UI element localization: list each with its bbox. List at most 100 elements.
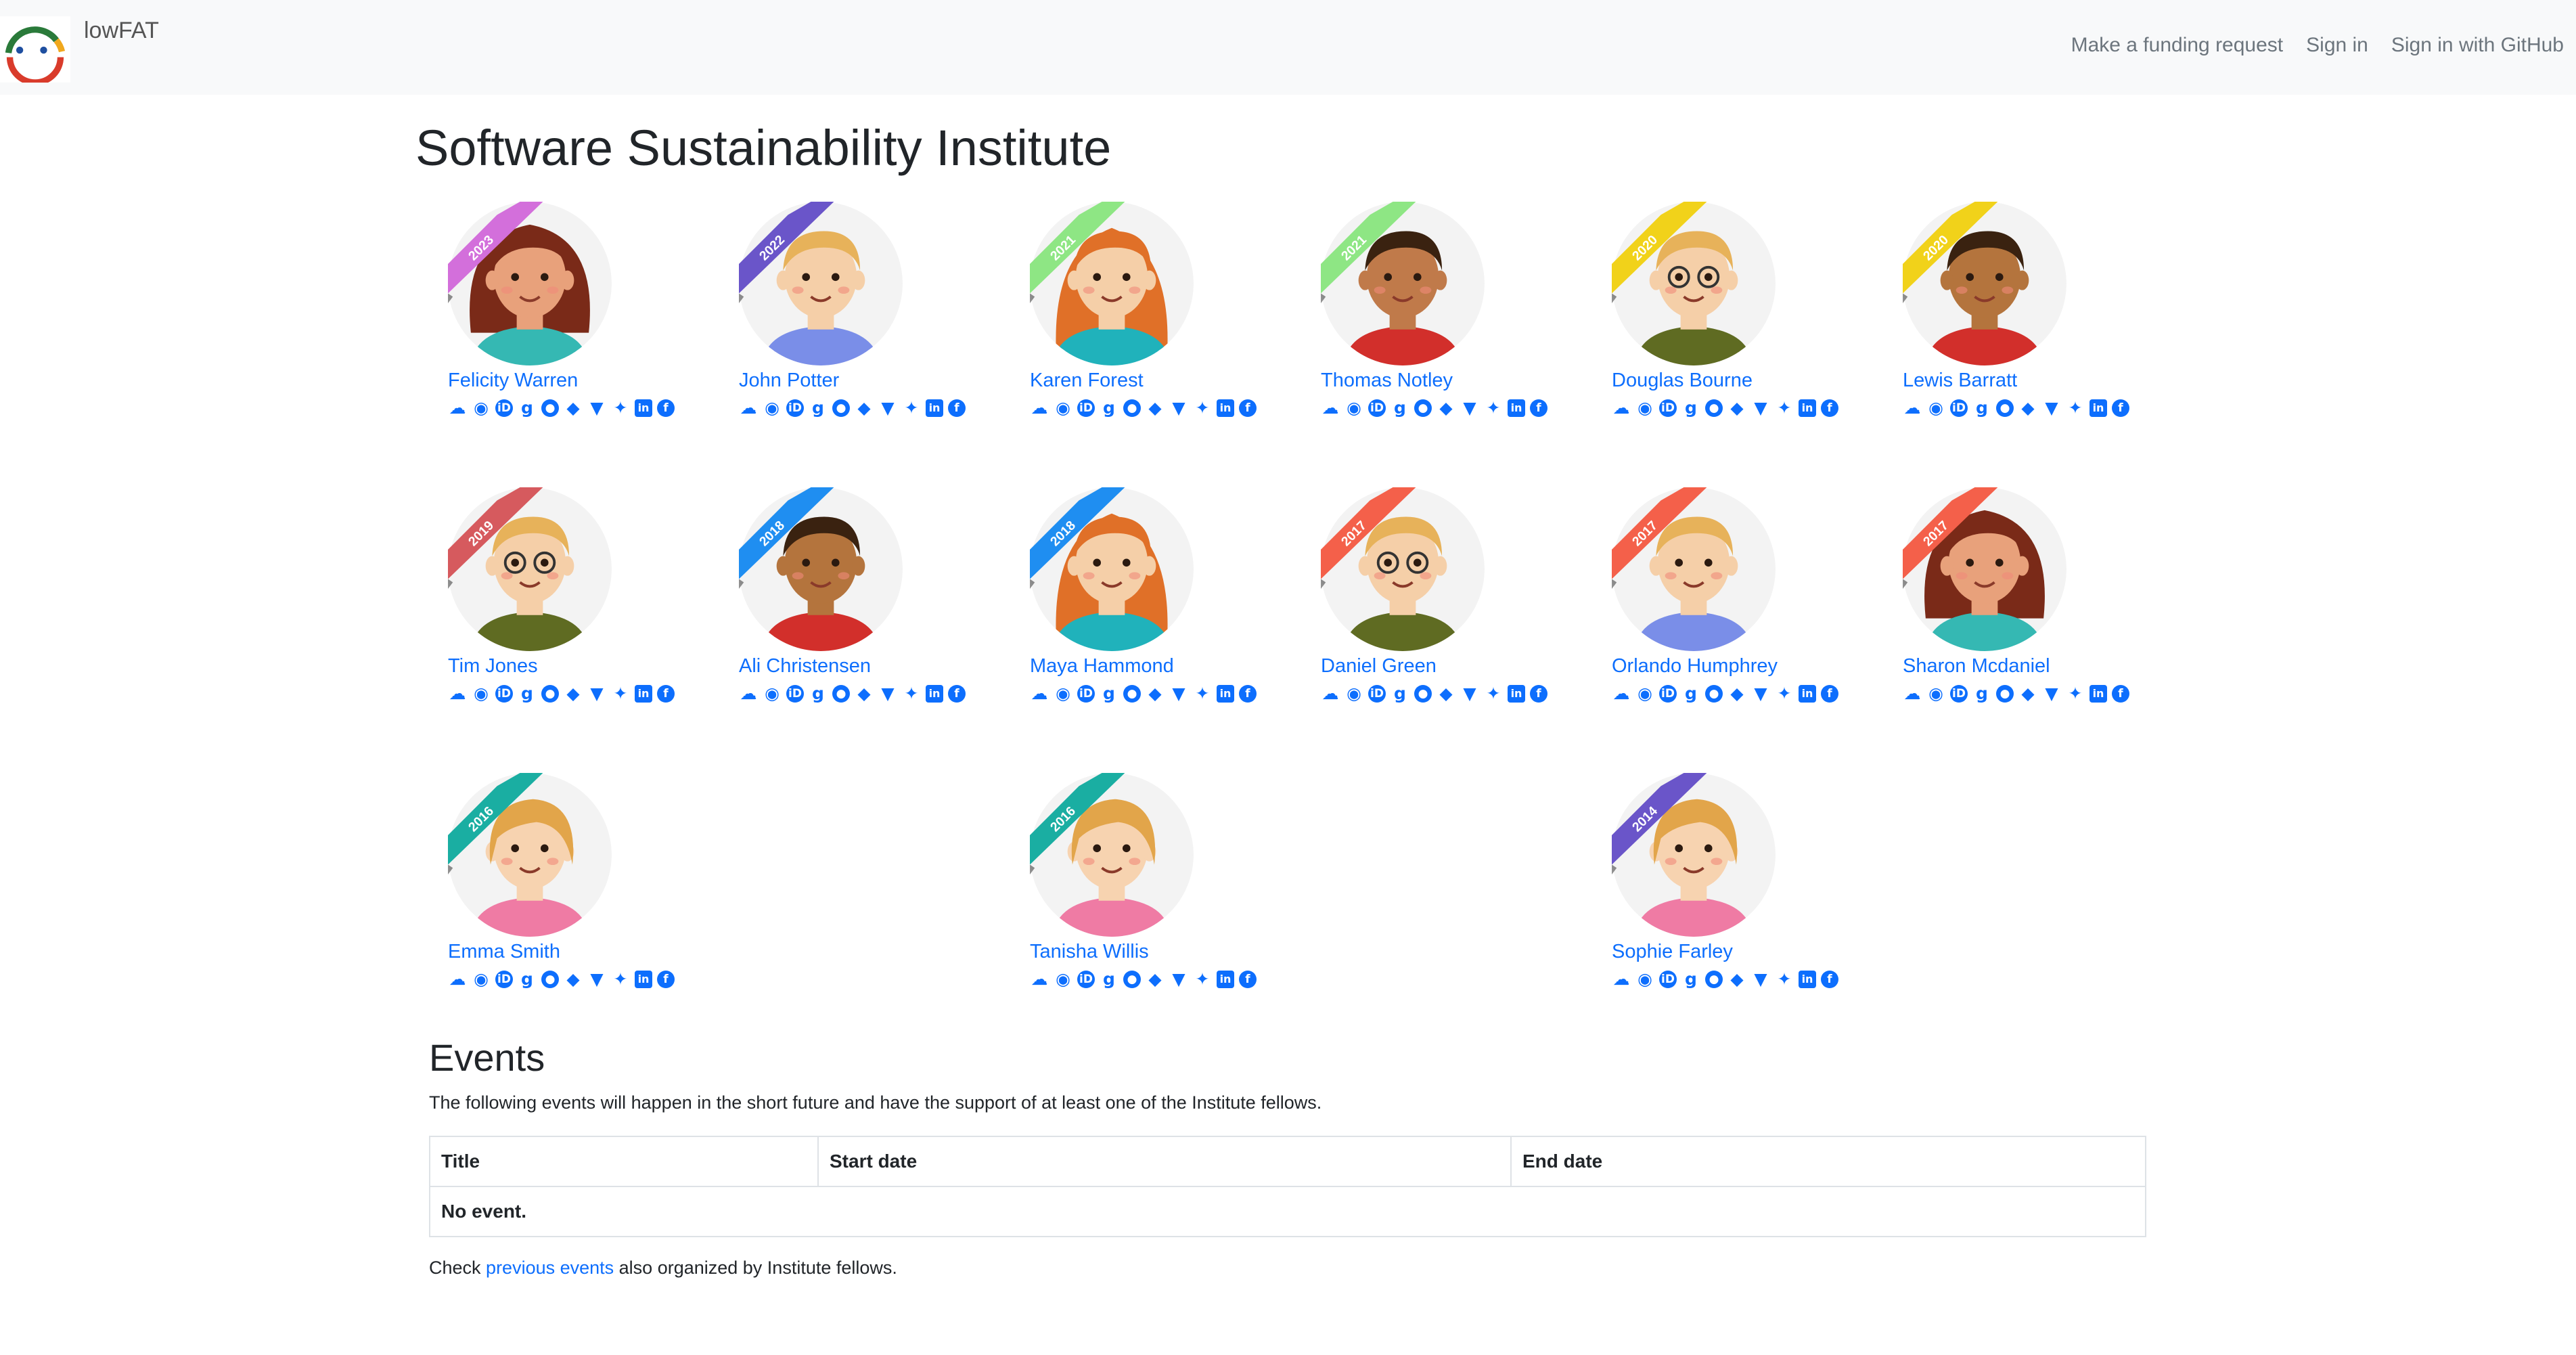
twitter-icon[interactable]: ✦ (1775, 398, 1794, 418)
google-scholar-icon[interactable]: g (1391, 398, 1409, 418)
google-scholar-icon[interactable]: g (1681, 969, 1700, 990)
facebook-icon[interactable]: f (1821, 971, 1838, 988)
orcid-icon[interactable]: iD (1077, 399, 1095, 417)
github-icon[interactable]: ● (1996, 399, 2014, 417)
google-scholar-icon[interactable]: g (1100, 969, 1118, 990)
gitlab-icon[interactable]: ◆ (564, 684, 583, 704)
cloud-icon[interactable]: ☁ (1030, 398, 1049, 418)
twitter-icon[interactable]: ✦ (1484, 684, 1503, 704)
facebook-icon[interactable]: f (1239, 971, 1257, 988)
github-icon[interactable]: ● (1414, 685, 1432, 703)
twitter-icon[interactable]: ✦ (1775, 969, 1794, 990)
cloud-icon[interactable]: ☁ (1321, 398, 1340, 418)
cloud-icon[interactable]: ☁ (1903, 398, 1922, 418)
twitter-icon[interactable]: ✦ (902, 398, 921, 418)
facebook-icon[interactable]: f (1239, 685, 1257, 703)
twitter-icon[interactable]: ✦ (611, 969, 630, 990)
fellow-name-link[interactable]: Maya Hammond (1030, 655, 1174, 678)
gitlab-icon[interactable]: ◆ (855, 398, 874, 418)
google-scholar-icon[interactable]: g (1972, 684, 1991, 704)
orcid-icon[interactable]: iD (1368, 685, 1386, 703)
google-scholar-icon[interactable]: g (1681, 398, 1700, 418)
google-scholar-icon[interactable]: g (1100, 684, 1118, 704)
github-icon[interactable]: ● (1705, 971, 1723, 988)
fellow-avatar[interactable]: 2020 (1612, 202, 1776, 365)
github-icon[interactable]: ● (1123, 971, 1141, 988)
cloud-icon[interactable]: ☁ (448, 684, 467, 704)
gitlab-icon[interactable]: ◆ (1146, 684, 1165, 704)
linkedin-icon[interactable]: in (926, 399, 943, 417)
rss-icon[interactable]: ◉ (1635, 969, 1654, 990)
bitbucket-icon[interactable]: ▼ (587, 684, 606, 704)
linkedin-icon[interactable]: in (635, 399, 652, 417)
orcid-icon[interactable]: iD (495, 971, 513, 988)
google-scholar-icon[interactable]: g (809, 398, 828, 418)
google-scholar-icon[interactable]: g (518, 398, 537, 418)
fellow-avatar[interactable]: 2021 (1321, 202, 1485, 365)
twitter-icon[interactable]: ✦ (1484, 398, 1503, 418)
cloud-icon[interactable]: ☁ (739, 684, 758, 704)
twitter-icon[interactable]: ✦ (2066, 684, 2085, 704)
orcid-icon[interactable]: iD (495, 685, 513, 703)
gitlab-icon[interactable]: ◆ (1437, 684, 1455, 704)
bitbucket-icon[interactable]: ▼ (1751, 398, 1770, 418)
fellow-avatar[interactable]: 2019 (448, 487, 612, 651)
fellow-avatar[interactable]: 2018 (1030, 487, 1194, 651)
facebook-icon[interactable]: f (1821, 685, 1838, 703)
rss-icon[interactable]: ◉ (472, 969, 491, 990)
github-icon[interactable]: ● (1123, 685, 1141, 703)
fellow-name-link[interactable]: Tanisha Willis (1030, 941, 1149, 963)
fellow-avatar[interactable]: 2021 (1030, 202, 1194, 365)
rss-icon[interactable]: ◉ (1926, 398, 1945, 418)
rss-icon[interactable]: ◉ (1054, 684, 1072, 704)
rss-icon[interactable]: ◉ (472, 398, 491, 418)
gitlab-icon[interactable]: ◆ (855, 684, 874, 704)
orcid-icon[interactable]: iD (1950, 399, 1968, 417)
rss-icon[interactable]: ◉ (1635, 684, 1654, 704)
cloud-icon[interactable]: ☁ (1612, 398, 1631, 418)
cloud-icon[interactable]: ☁ (1030, 969, 1049, 990)
twitter-icon[interactable]: ✦ (611, 398, 630, 418)
fellow-name-link[interactable]: Lewis Barratt (1903, 370, 2017, 392)
bitbucket-icon[interactable]: ▼ (878, 398, 897, 418)
linkedin-icon[interactable]: in (1217, 399, 1234, 417)
rss-icon[interactable]: ◉ (1635, 398, 1654, 418)
facebook-icon[interactable]: f (948, 399, 966, 417)
linkedin-icon[interactable]: in (2089, 399, 2107, 417)
twitter-icon[interactable]: ✦ (611, 684, 630, 704)
facebook-icon[interactable]: f (657, 399, 675, 417)
bitbucket-icon[interactable]: ▼ (1169, 684, 1188, 704)
google-scholar-icon[interactable]: g (518, 684, 537, 704)
rss-icon[interactable]: ◉ (1054, 969, 1072, 990)
linkedin-icon[interactable]: in (2089, 685, 2107, 703)
github-icon[interactable]: ● (541, 399, 559, 417)
fellow-name-link[interactable]: Karen Forest (1030, 370, 1144, 392)
gitlab-icon[interactable]: ◆ (1727, 398, 1746, 418)
gitlab-icon[interactable]: ◆ (1146, 398, 1165, 418)
linkedin-icon[interactable]: in (635, 685, 652, 703)
orcid-icon[interactable]: iD (1659, 685, 1677, 703)
fellow-avatar[interactable]: 2022 (739, 202, 903, 365)
fellow-avatar[interactable]: 2018 (739, 487, 903, 651)
sign-in-link[interactable]: Sign in (2306, 34, 2368, 57)
google-scholar-icon[interactable]: g (809, 684, 828, 704)
fellow-avatar[interactable]: 2017 (1903, 487, 2066, 651)
bitbucket-icon[interactable]: ▼ (1169, 969, 1188, 990)
rss-icon[interactable]: ◉ (1054, 398, 1072, 418)
github-icon[interactable]: ● (541, 971, 559, 988)
previous-events-link[interactable]: previous events (486, 1258, 614, 1278)
facebook-icon[interactable]: f (2112, 399, 2129, 417)
linkedin-icon[interactable]: in (1799, 399, 1816, 417)
fellow-name-link[interactable]: Daniel Green (1321, 655, 1437, 678)
github-icon[interactable]: ● (1705, 399, 1723, 417)
orcid-icon[interactable]: iD (1368, 399, 1386, 417)
fellow-avatar[interactable]: 2023 (448, 202, 612, 365)
google-scholar-icon[interactable]: g (1681, 684, 1700, 704)
facebook-icon[interactable]: f (1821, 399, 1838, 417)
cloud-icon[interactable]: ☁ (1903, 684, 1922, 704)
facebook-icon[interactable]: f (948, 685, 966, 703)
github-icon[interactable]: ● (832, 399, 850, 417)
bitbucket-icon[interactable]: ▼ (2042, 398, 2061, 418)
bitbucket-icon[interactable]: ▼ (1460, 398, 1479, 418)
fellow-name-link[interactable]: Emma Smith (448, 941, 560, 963)
